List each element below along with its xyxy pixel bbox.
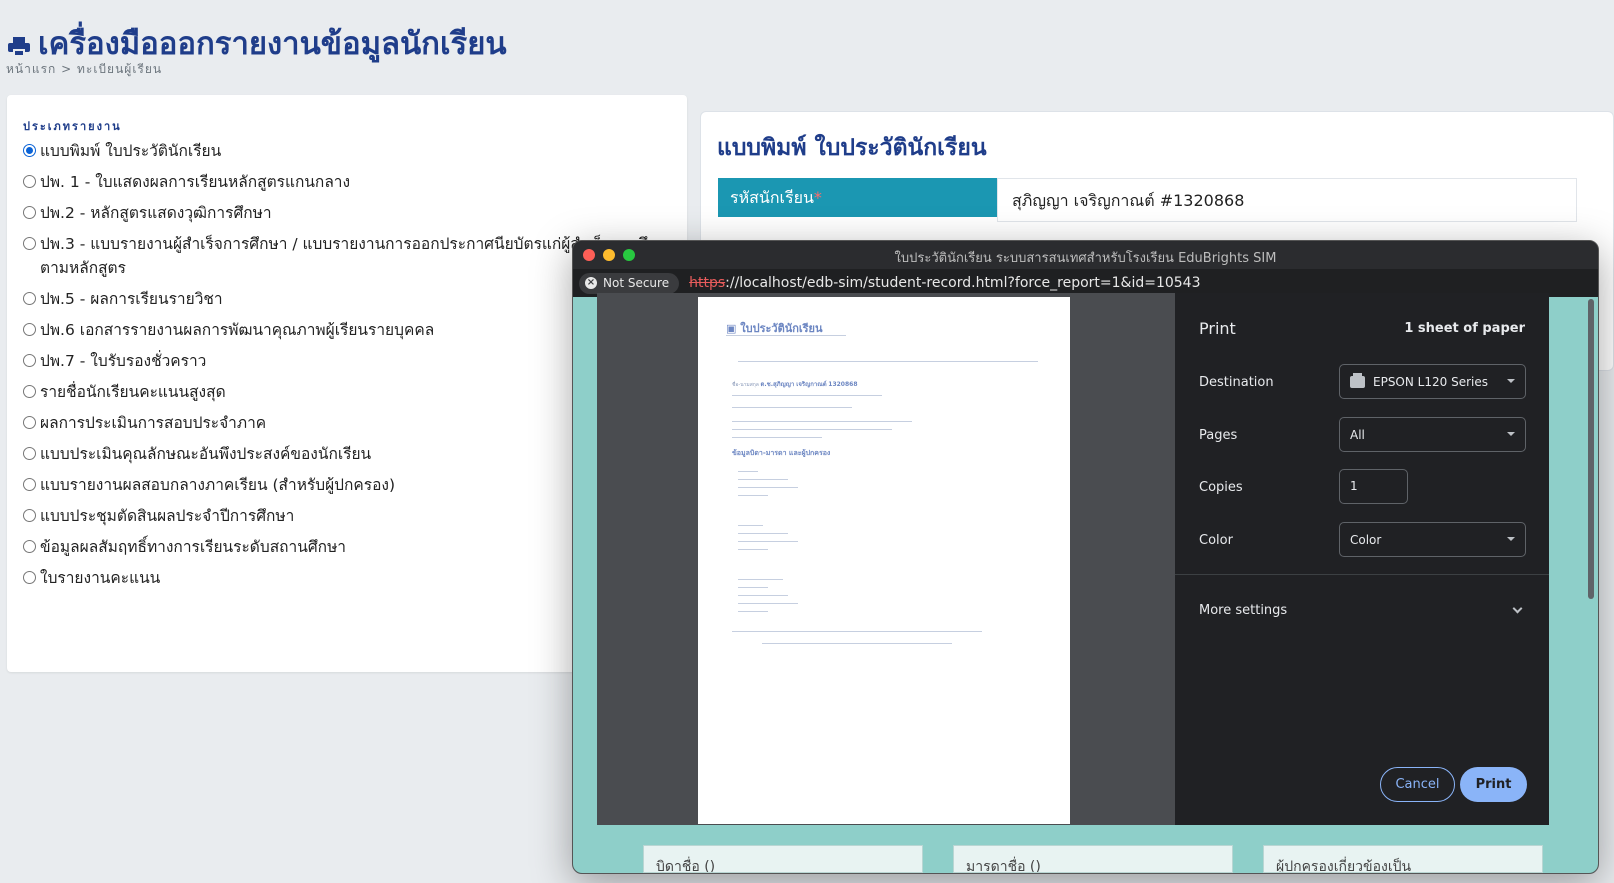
cancel-button[interactable]: Cancel bbox=[1380, 767, 1455, 802]
print-settings-panel: Print 1 sheet of paper Destination EPSON… bbox=[1175, 293, 1549, 825]
color-value: Color bbox=[1350, 532, 1382, 547]
sheet-count: 1 sheet of paper bbox=[1404, 321, 1525, 336]
chevron-down-icon bbox=[1507, 432, 1515, 436]
scrollbar[interactable] bbox=[1588, 299, 1594, 599]
behind-cell: มารดาชื่อ () bbox=[953, 845, 1233, 873]
chevron-down-icon[interactable] bbox=[1512, 603, 1523, 614]
student-id-label: รหัสนักเรียน* bbox=[718, 178, 997, 217]
behind-row: บิดาชื่อ () มารดาชื่อ () ผู้ปกครองเกี่ยว… bbox=[643, 845, 1543, 873]
preview-code: 1320868 bbox=[828, 381, 858, 388]
radio-button[interactable] bbox=[23, 144, 36, 157]
chevron-down-icon bbox=[1507, 379, 1515, 383]
report-type-label: รายชื่อนักเรียนคะแนนสูงสุด bbox=[40, 383, 226, 401]
radio-button[interactable] bbox=[23, 571, 36, 584]
radio-button[interactable] bbox=[23, 354, 36, 367]
report-type-label: แบบประชุมตัดสินผลประจำปีการศึกษา bbox=[40, 507, 295, 525]
radio-button[interactable] bbox=[23, 478, 36, 491]
destination-select[interactable]: EPSON L120 Series bbox=[1339, 364, 1526, 399]
radio-button[interactable] bbox=[23, 385, 36, 398]
color-select[interactable]: Color bbox=[1339, 522, 1526, 557]
report-type-label: ปพ.2 - หลักสูตรแสดงวุฒิการศึกษา bbox=[40, 204, 272, 222]
destination-label: Destination bbox=[1199, 375, 1274, 390]
behind-cell: บิดาชื่อ () bbox=[643, 845, 923, 873]
report-type-label: ประเภทรายงาน bbox=[23, 120, 122, 133]
report-type-label: ข้อมูลผลสัมฤทธิ์ทางการเรียนระดับสถานศึกษ… bbox=[40, 538, 346, 556]
report-type-label: แบบประเมินคุณลักษณะอันพึงประสงค์ของนักเร… bbox=[40, 445, 372, 463]
report-type-label: แบบรายงานผลสอบกลางภาคเรียน (สำหรับผู้ปกค… bbox=[40, 476, 396, 494]
report-type-label: แบบพิมพ์ ใบประวัตินักเรียน bbox=[40, 142, 222, 160]
chevron-down-icon bbox=[1507, 537, 1515, 541]
breadcrumb: หน้าแรก > ทะเบียนผู้เรียน bbox=[6, 62, 163, 76]
report-type-label: ปพ.7 - ใบรับรองชั่วคราว bbox=[40, 352, 207, 370]
print-button[interactable]: Print bbox=[1460, 767, 1527, 802]
url-rest: ://localhost/edb-sim/student-record.html… bbox=[725, 275, 1201, 291]
url-scheme: https bbox=[689, 275, 726, 291]
url-text[interactable]: https://localhost/edb-sim/student-record… bbox=[689, 275, 1200, 291]
printer-icon bbox=[8, 37, 30, 57]
pages-label: Pages bbox=[1199, 428, 1238, 443]
radio-button[interactable] bbox=[23, 416, 36, 429]
form-title: แบบพิมพ์ ใบประวัตินักเรียน bbox=[717, 135, 987, 161]
report-type-label: ใบรายงานคะแนน bbox=[40, 569, 161, 587]
report-type-option[interactable]: ปพ. 1 - ใบแสดงผลการเรียนหลักสูตรแกนกลาง bbox=[23, 170, 683, 194]
behind-cell: ผู้ปกครองเกี่ยวข้องเป็น bbox=[1263, 845, 1543, 873]
printer-icon bbox=[1350, 372, 1365, 388]
radio-button[interactable] bbox=[23, 237, 36, 250]
copies-input[interactable]: 1 bbox=[1339, 469, 1408, 504]
report-type-option[interactable]: ปพ.2 - หลักสูตรแสดงวุฒิการศึกษา bbox=[23, 201, 683, 225]
preview-page: ▣ ใบประวัตินักเรียน ชื่อ-นามสกุล ด.ช.สุภ… bbox=[698, 297, 1070, 824]
preview-student: ด.ช.สุภิญญา เจริญกาณต์ bbox=[760, 381, 827, 388]
print-preview-area: ▣ ใบประวัตินักเรียน ชื่อ-นามสกุล ด.ช.สุภ… bbox=[597, 293, 1175, 825]
divider bbox=[1175, 574, 1549, 575]
required-mark: * bbox=[813, 188, 822, 207]
radio-button[interactable] bbox=[23, 509, 36, 522]
not-secure-text: Not Secure bbox=[603, 276, 670, 290]
report-type-label: ปพ. 1 - ใบแสดงผลการเรียนหลักสูตรแกนกลาง bbox=[40, 173, 351, 191]
pages-select[interactable]: All bbox=[1339, 417, 1526, 452]
destination-value: EPSON L120 Series bbox=[1373, 374, 1488, 389]
print-heading: Print bbox=[1199, 319, 1236, 338]
warning-icon: × bbox=[585, 277, 597, 289]
radio-button[interactable] bbox=[23, 447, 36, 460]
not-secure-badge[interactable]: × Not Secure bbox=[579, 272, 680, 294]
radio-button[interactable] bbox=[23, 540, 36, 553]
copies-label: Copies bbox=[1199, 480, 1243, 495]
radio-button[interactable] bbox=[23, 323, 36, 336]
window-title: ใบประวัตินักเรียน ระบบสารสนเทศสำหรับโรงเ… bbox=[894, 251, 1277, 266]
student-id-label-text: รหัสนักเรียน bbox=[730, 188, 814, 207]
radio-button[interactable] bbox=[23, 292, 36, 305]
student-id-field[interactable]: สุภิญญา เจริญกาณต์ #1320868 bbox=[997, 178, 1577, 222]
color-label: Color bbox=[1199, 533, 1233, 548]
report-type-label: ปพ.6 เอกสารรายงานผลการพัฒนาคุณภาพผู้เรีย… bbox=[40, 321, 435, 339]
report-type-label: ปพ.5 - ผลการเรียนรายวิชา bbox=[40, 290, 223, 308]
report-type-label: ผลการประเมินการสอบประจำภาค bbox=[40, 414, 267, 432]
more-settings-toggle[interactable]: More settings bbox=[1199, 603, 1287, 618]
radio-button[interactable] bbox=[23, 206, 36, 219]
preview-section-parents: ข้อมูลบิดา-มารดา และผู้ปกครอง bbox=[732, 449, 831, 457]
print-popup-window: ใบประวัตินักเรียน ระบบสารสนเทศสำหรับโรงเ… bbox=[572, 240, 1599, 874]
window-titlebar: ใบประวัตินักเรียน ระบบสารสนเทศสำหรับโรงเ… bbox=[573, 241, 1598, 269]
report-type-option[interactable]: แบบพิมพ์ ใบประวัตินักเรียน bbox=[23, 139, 683, 163]
pages-value: All bbox=[1350, 427, 1365, 442]
radio-button[interactable] bbox=[23, 175, 36, 188]
